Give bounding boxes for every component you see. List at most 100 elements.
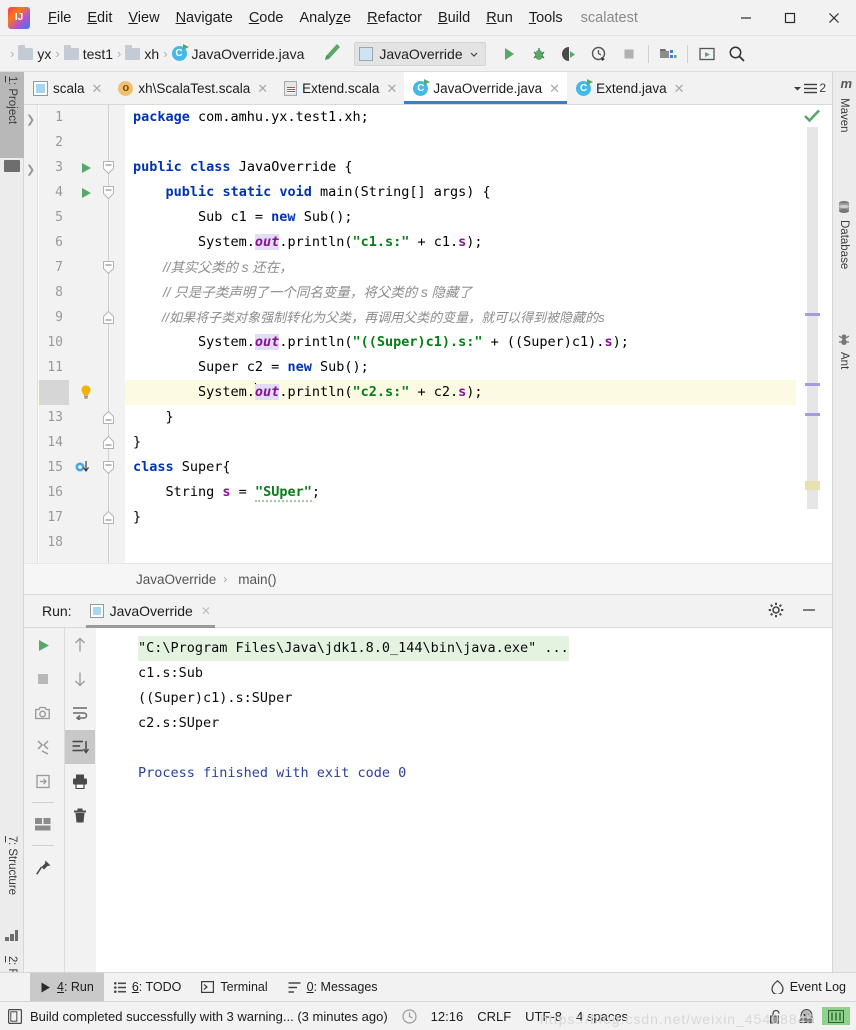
tab-scala[interactable]: scala ✕ (24, 72, 109, 104)
bottom-button-run[interactable]: 4: Run (30, 972, 104, 1002)
layout-icon[interactable] (28, 807, 58, 841)
sidebar-item-project[interactable]: 1: Project (0, 72, 24, 158)
usage-marker[interactable] (805, 313, 820, 316)
sidebar-item-database[interactable]: Database (832, 216, 856, 288)
usage-marker[interactable] (805, 383, 820, 386)
sidebar-item-structure[interactable]: 7: Structure (0, 832, 24, 926)
breadcrumb-method[interactable]: main() (234, 572, 276, 587)
run-configuration-selector[interactable]: JavaOverride (354, 41, 486, 66)
memory-indicator-icon[interactable] (822, 1007, 850, 1025)
stop-button[interactable] (28, 662, 58, 696)
menu-tools[interactable]: Tools (521, 6, 571, 30)
breadcrumb-javaoverride-file[interactable]: JavaOverride.java (171, 44, 304, 62)
soft-wrap-icon[interactable] (65, 696, 95, 730)
run-tab-close-icon[interactable]: ✕ (201, 604, 211, 618)
fold-marker-expanded[interactable] (102, 155, 115, 180)
restore-layout-icon[interactable] (28, 730, 58, 764)
camera-icon[interactable] (28, 696, 58, 730)
menu-run[interactable]: Run (478, 6, 521, 30)
run-with-coverage-button[interactable] (554, 41, 584, 67)
tab-extend-scala[interactable]: Extend.scala ✕ (275, 72, 404, 104)
hector-icon[interactable] (791, 1008, 822, 1024)
scroll-to-end-icon[interactable] (65, 730, 95, 764)
maximize-button[interactable] (768, 0, 812, 36)
fold-marker-expanded[interactable] (102, 455, 115, 480)
overridden-member-icon[interactable] (75, 455, 97, 480)
menu-navigate[interactable]: Navigate (168, 6, 241, 30)
menu-code[interactable]: Code (241, 6, 292, 30)
usage-marker[interactable] (805, 413, 820, 416)
debug-button[interactable] (524, 41, 554, 67)
bottom-button-todo[interactable]: 6: TODO (104, 973, 192, 1002)
breadcrumb-xh[interactable]: xh (125, 44, 159, 62)
profile-button[interactable] (584, 41, 614, 67)
tab-extend-java[interactable]: Extend.java ✕ (567, 72, 691, 104)
minimize-button[interactable] (724, 0, 768, 36)
tab-close-icon[interactable]: ✕ (92, 82, 103, 95)
arrow-up-icon[interactable] (65, 628, 95, 662)
chevron-right-icon[interactable]: ❯ (26, 163, 35, 176)
trash-icon[interactable] (65, 798, 95, 832)
run-tab-javaoverride[interactable]: JavaOverride ✕ (85, 595, 216, 628)
fold-marker-end[interactable] (102, 405, 115, 430)
breadcrumb-test1[interactable]: test1 (63, 44, 113, 62)
code-editor[interactable]: ❯ ❯ 1 2 3 4 5 6 7 8 9 10 11 12 13 14 15 … (24, 105, 832, 563)
export-icon[interactable] (28, 764, 58, 798)
bottom-button-terminal[interactable]: Terminal (191, 973, 277, 1002)
inspections-ok-check-icon[interactable] (804, 109, 820, 126)
menu-analyze[interactable]: Analyze (292, 6, 360, 30)
fold-marker-expanded[interactable] (102, 255, 115, 280)
console-output[interactable]: "C:\Program Files\Java\jdk1.8.0_144\bin\… (96, 628, 832, 972)
indent-indicator[interactable]: 4 spaces (576, 1009, 628, 1024)
menu-build[interactable]: Build (430, 6, 478, 30)
intention-bulb-icon[interactable] (79, 380, 93, 405)
tab-close-icon[interactable]: ✕ (386, 82, 397, 95)
fold-marker-end[interactable] (102, 505, 115, 530)
bottom-button-messages[interactable]: 0: Messages (278, 973, 388, 1002)
tab-close-icon[interactable]: ✕ (549, 82, 560, 95)
breadcrumb-class[interactable]: JavaOverride (132, 572, 216, 587)
line-separator-indicator[interactable]: CRLF (477, 1009, 511, 1024)
sidebar-item-ant[interactable]: Ant (832, 348, 856, 384)
rerun-button[interactable] (28, 628, 58, 662)
project-structure-button[interactable] (653, 41, 683, 67)
breadcrumb-yx[interactable]: yx (18, 44, 51, 62)
pin-icon[interactable] (28, 850, 58, 884)
update-project-button[interactable] (692, 41, 722, 67)
run-method-gutter-icon[interactable] (79, 180, 93, 205)
menu-refactor[interactable]: Refactor (359, 6, 430, 30)
run-class-gutter-icon[interactable] (79, 155, 93, 180)
minimize-icon[interactable] (794, 603, 824, 620)
caret-position-marker[interactable] (805, 481, 820, 490)
printer-icon[interactable] (65, 764, 95, 798)
code-text: System. (133, 384, 255, 400)
tab-overflow-button[interactable]: 2 (787, 72, 832, 104)
fold-marker-end[interactable] (102, 305, 115, 330)
hammer-icon[interactable] (320, 42, 342, 65)
tab-javaoverride-java[interactable]: JavaOverride.java ✕ (404, 72, 568, 104)
status-message[interactable]: Build completed successfully with 3 warn… (30, 1009, 388, 1024)
run-button[interactable] (494, 41, 524, 67)
fold-marker-expanded[interactable] (102, 180, 115, 205)
sidebar-item-maven[interactable]: Maven (832, 94, 856, 150)
code-text-area[interactable]: package com.amhu.yx.test1.xh; public cla… (125, 105, 796, 563)
tab-close-icon[interactable]: ✕ (257, 82, 268, 95)
unlocked-icon[interactable] (761, 1009, 791, 1024)
stop-button[interactable] (614, 41, 644, 67)
gear-icon[interactable] (758, 602, 794, 621)
chevron-down-icon[interactable]: ❯ (26, 113, 35, 126)
menu-view[interactable]: View (120, 6, 167, 30)
editor-markup-scrollbar[interactable] (796, 105, 832, 563)
tab-close-icon[interactable]: ✕ (674, 82, 685, 95)
encoding-indicator[interactable]: UTF-8 (525, 1009, 562, 1024)
arrow-down-icon[interactable] (65, 662, 95, 696)
scrollbar-track[interactable] (807, 127, 818, 509)
event-log-button[interactable]: Event Log (771, 980, 856, 994)
fold-marker-end[interactable] (102, 430, 115, 455)
menu-edit[interactable]: Edit (79, 6, 120, 30)
search-everywhere-button[interactable] (722, 41, 752, 67)
tab-scalatest-scala[interactable]: xh\ScalaTest.scala ✕ (109, 72, 275, 104)
close-button[interactable] (812, 0, 856, 36)
editor-gutter[interactable]: 1 2 3 4 5 6 7 8 9 10 11 12 13 14 15 16 1… (39, 105, 125, 563)
menu-file[interactable]: File (40, 6, 79, 30)
